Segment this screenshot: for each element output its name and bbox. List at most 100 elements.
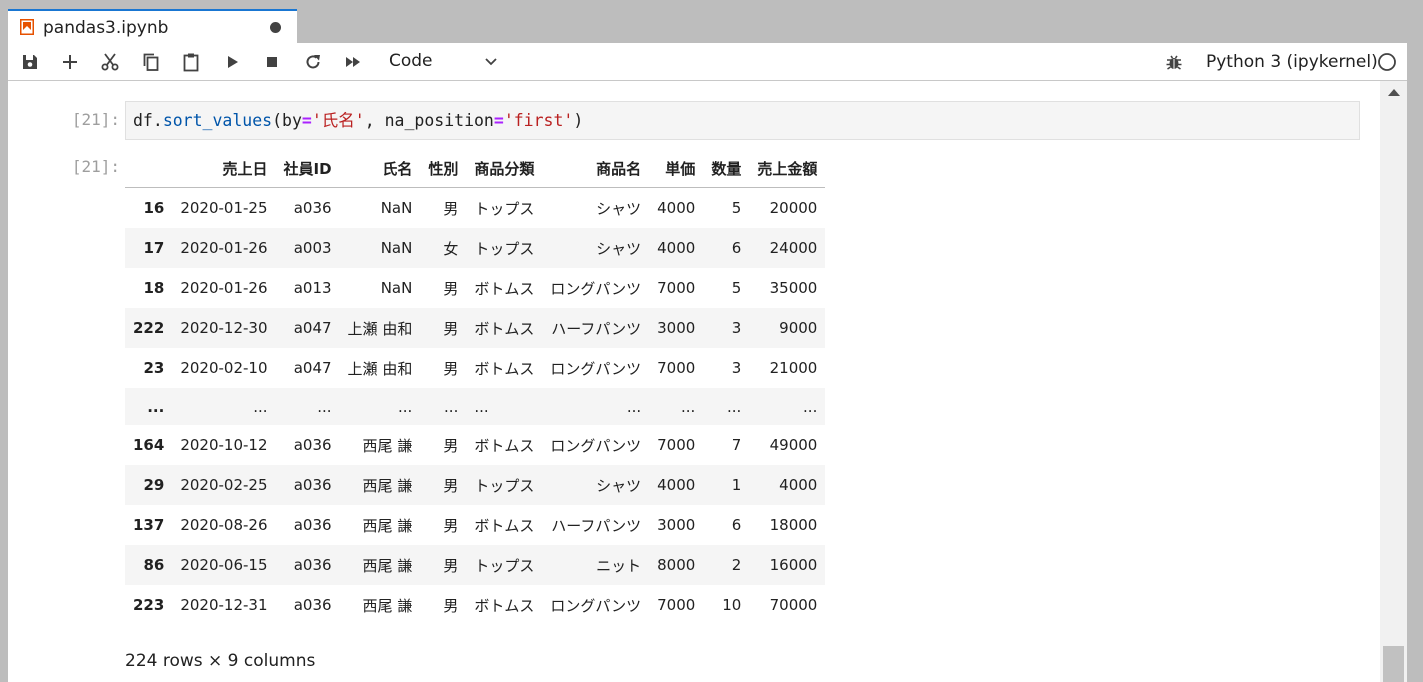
table-cell: 6 <box>731 516 742 534</box>
table-cell: 3000 <box>657 516 696 534</box>
row-index: 223 <box>133 596 165 614</box>
table-cell: 上瀬 由和 <box>347 319 413 338</box>
stop-button[interactable] <box>262 52 282 72</box>
table-cell: 6 <box>731 239 742 257</box>
table-row: 137 2020-08-26 a036 西尾 謙 男ボトムス ハーフパンツ 3000 6 180… <box>125 505 825 545</box>
cut-icon <box>101 53 119 71</box>
notebook-panel: Code Python 3 (ipykernel) [21]: df.sort_… <box>8 43 1407 682</box>
table-row: 18 2020-01-26 a013 NaN 男ボトムス ロングパンツ 7000 5 35000 <box>125 268 825 308</box>
table-cell: 9000 <box>779 319 818 337</box>
tab-title: pandas3.ipynb <box>43 18 169 38</box>
copy-button[interactable] <box>141 52 161 72</box>
save-button[interactable] <box>20 52 40 72</box>
column-header: 性別 <box>420 149 467 188</box>
cell-type-select[interactable]: Code <box>389 49 499 75</box>
table-cell: トップス <box>474 239 535 258</box>
table-cell: ボトムス <box>474 279 535 298</box>
row-index: 222 <box>133 319 165 337</box>
table-cell: 20000 <box>769 199 818 217</box>
table-cell: 3 <box>731 319 742 337</box>
table-cell: a036 <box>293 516 332 534</box>
table-cell: ... <box>253 397 268 416</box>
row-index: 18 <box>143 279 165 297</box>
table-cell: ロングパンツ <box>550 436 642 455</box>
cell-type-value: Code <box>389 51 433 71</box>
table-cell: 西尾 謙 <box>362 516 413 535</box>
table-cell: シャツ <box>596 476 642 495</box>
code-token: 'first' <box>503 111 574 130</box>
table-cell: トップス <box>474 199 535 218</box>
paste-icon <box>183 53 199 72</box>
kernel-name[interactable]: Python 3 (ipykernel) <box>1206 50 1378 74</box>
table-row: 223 2020-12-31 a036 西尾 謙 男ボトムス ロングパンツ 7000 10 70… <box>125 585 825 625</box>
restart-button[interactable] <box>303 52 323 72</box>
table-cell: 70000 <box>769 596 818 614</box>
table-cell: 2020-12-31 <box>180 596 268 614</box>
code-token: , <box>364 111 385 130</box>
table-cell: ... <box>626 397 642 416</box>
column-header: 売上金額 <box>749 149 826 188</box>
table-cell: 男 <box>443 516 459 535</box>
table-cell: 7000 <box>657 596 696 614</box>
run-button[interactable] <box>222 52 242 72</box>
unsaved-indicator-icon[interactable] <box>270 22 281 33</box>
table-cell: a047 <box>293 359 332 377</box>
save-icon <box>23 55 37 69</box>
copy-icon <box>143 53 159 71</box>
tab-bar: pandas3.ipynb <box>0 0 1423 43</box>
table-cell: シャツ <box>596 199 642 218</box>
table-cell: 男 <box>443 436 459 455</box>
column-header: 商品名 <box>542 149 650 188</box>
table-cell: 5 <box>731 279 742 297</box>
code-token: df <box>133 111 153 130</box>
table-cell: 7 <box>731 436 742 454</box>
table-cell: ... <box>803 397 818 416</box>
table-cell: ... <box>444 397 459 416</box>
table-cell: NaN <box>380 199 413 217</box>
table-cell: a047 <box>293 319 332 337</box>
table-row: 16 2020-01-25 a036 NaN 男トップス シャツ 4000 5 20000 <box>125 188 825 229</box>
output-prompt: [21]: <box>71 157 120 176</box>
table-cell: NaN <box>380 239 413 257</box>
table-cell: 3000 <box>657 319 696 337</box>
table-row: 222 2020-12-30 a047 上瀬 由和 男ボトムス ハーフパンツ 3000 3 90… <box>125 308 826 348</box>
scrollbar-thumb[interactable] <box>1383 646 1404 682</box>
debugger-icon[interactable] <box>1164 52 1184 72</box>
code-token: na_position <box>384 111 494 130</box>
row-index: 137 <box>133 516 165 534</box>
table-row: 164 2020-10-12 a036 西尾 謙 男ボトムス ロングパンツ 7000 7 490… <box>125 425 825 465</box>
row-index: 164 <box>133 436 165 454</box>
code-editor[interactable]: df.sort_values(by='氏名', na_position='fir… <box>125 101 1360 140</box>
scroll-up-icon[interactable] <box>1388 89 1400 96</box>
table-cell: a036 <box>293 436 332 454</box>
table-row: 86 2020-06-15 a036 西尾 謙 男トップス ニット 8000 2 16000 <box>125 545 826 585</box>
insert-cell-button[interactable] <box>60 52 80 72</box>
row-index: 16 <box>143 199 165 217</box>
code-token: sort_values <box>162 111 273 130</box>
table-cell: ... <box>398 397 413 416</box>
table-cell: NaN <box>380 279 413 297</box>
notebook-tab[interactable]: pandas3.ipynb <box>8 9 297 43</box>
run-all-button[interactable] <box>343 52 363 72</box>
table-header-row: 売上日 社員ID 氏名 性別 商品分類 商品名 単価 数量 売上金額 <box>125 149 826 188</box>
table-cell: ... <box>474 397 489 416</box>
table-cell: a003 <box>293 239 332 257</box>
table-cell: 1 <box>731 476 742 494</box>
code-token: '氏名' <box>311 111 365 130</box>
table-cell: 男 <box>443 359 459 378</box>
table-cell: 男 <box>443 556 459 575</box>
table-cell: ボトムス <box>474 436 535 455</box>
table-cell: 49000 <box>769 436 818 454</box>
table-cell: 男 <box>443 476 459 495</box>
table-cell: ボトムス <box>474 359 535 378</box>
table-cell: ボトムス <box>474 319 535 338</box>
cut-button[interactable] <box>100 52 120 72</box>
notebook-toolbar: Code Python 3 (ipykernel) <box>8 43 1407 81</box>
table-cell: ハーフパンツ <box>551 319 642 338</box>
vertical-scrollbar[interactable] <box>1380 81 1407 682</box>
table-cell: 16000 <box>769 556 818 574</box>
table-cell: 18000 <box>769 516 818 534</box>
table-row: 23 2020-02-10 a047 上瀬 由和 男ボトムス ロングパンツ 7000 3 210… <box>125 348 825 388</box>
table-cell: 7000 <box>657 436 696 454</box>
paste-button[interactable] <box>181 52 201 72</box>
